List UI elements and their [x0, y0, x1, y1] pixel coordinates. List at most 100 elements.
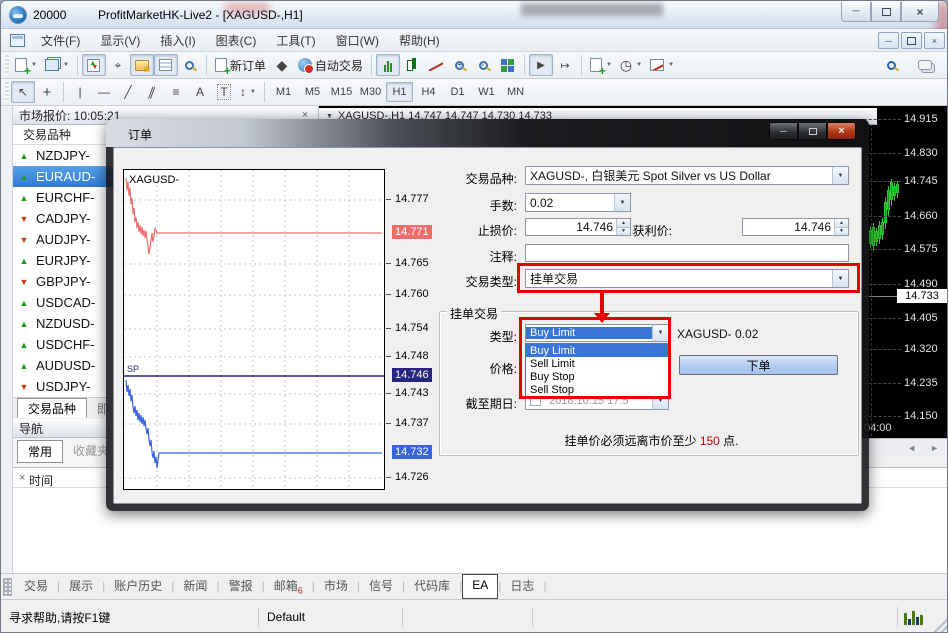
scroll-left-icon[interactable]: ◄ [907, 443, 916, 453]
terminal-tab[interactable]: 信号 [360, 574, 402, 598]
terminal-tab[interactable]: 市场 [315, 574, 357, 598]
timeframe-button[interactable]: H4 [415, 82, 442, 102]
chart-shift-button[interactable]: ↦ [553, 54, 577, 76]
status-profile[interactable]: Default [259, 607, 403, 627]
price-scale[interactable]: 14.91514.83014.74514.66014.57514.49014.4… [904, 106, 948, 438]
terminal-tab[interactable]: 警报 [220, 574, 262, 598]
spin-up-icon[interactable]: ▲ [835, 219, 848, 228]
terminal-tab[interactable]: 新闻 [174, 574, 216, 598]
terminal-tab[interactable]: 展示 [60, 574, 102, 598]
periods-button[interactable]: ◷▼ [616, 54, 646, 76]
navigator-tab[interactable]: 常用 [17, 440, 63, 463]
new-chart-button[interactable]: +▼ [11, 54, 41, 76]
dialog-maximize-button[interactable] [798, 122, 827, 140]
channel-tool[interactable]: ∥ [140, 81, 164, 103]
terminal-tab[interactable]: 账户历史 [105, 574, 171, 598]
account-number: 20000 [33, 8, 66, 22]
navigator-toggle[interactable]: ★ [130, 54, 154, 76]
child-restore-button[interactable] [901, 32, 922, 49]
cursor-tool[interactable]: ↖ [11, 81, 35, 103]
scroll-right-icon[interactable]: ► [930, 443, 939, 453]
horizontal-line-tool[interactable]: — [92, 81, 116, 103]
data-window-button[interactable]: ⌖ [106, 54, 130, 76]
vertical-line-tool[interactable]: | [68, 81, 92, 103]
resize-grip[interactable] [931, 616, 948, 633]
dock-handle-icon[interactable] [3, 578, 12, 596]
toolbar-grip[interactable] [5, 82, 9, 102]
auto-scroll-button[interactable]: ▶ [529, 54, 553, 76]
line-studies-toolbar: ↖ + | — ╱ ∥ ≡ A T ↕▼ M1M5M15M30H1H4D1W1M… [1, 79, 948, 106]
terminal-tab[interactable]: 日志 [501, 574, 543, 598]
line-chart-button[interactable] [424, 54, 448, 76]
timeframe-button[interactable]: M1 [270, 82, 297, 102]
child-close-button[interactable]: × [924, 32, 945, 49]
blurred-watermark [521, 3, 663, 16]
dialog-minimize-button[interactable]: ─ [769, 122, 798, 140]
templates-button[interactable]: ▼ [646, 54, 678, 76]
minimize-button[interactable]: ─ [841, 2, 871, 22]
search-button[interactable] [879, 54, 903, 76]
tick-direction-icon: ▲ [19, 340, 29, 350]
order-dialog-titlebar[interactable]: 订单 ─ × [106, 119, 869, 147]
crosshair-tool[interactable]: + [35, 81, 59, 103]
autotrading-button[interactable]: 自动交易 [294, 54, 367, 76]
maximize-button[interactable] [871, 2, 901, 22]
child-minimize-button[interactable]: ─ [878, 32, 899, 49]
takeprofit-spinner[interactable]: 14.746 ▲▼ [742, 218, 849, 236]
place-order-button[interactable]: 下单 [679, 355, 838, 375]
menu-item[interactable]: 图表(C) [206, 29, 267, 52]
menu-item[interactable]: 显示(V) [90, 29, 150, 52]
market-watch-tab[interactable]: 交易品种 [17, 398, 87, 418]
menu-item[interactable]: 帮助(H) [389, 29, 450, 52]
chevron-down-icon[interactable]: ▼ [832, 167, 848, 184]
profiles-button[interactable]: ▼ [41, 54, 73, 76]
timeframe-button[interactable]: MN [502, 82, 529, 102]
timeframe-button[interactable]: M5 [299, 82, 326, 102]
menu-item[interactable]: 窗口(W) [326, 29, 389, 52]
timeframe-button[interactable]: D1 [444, 82, 471, 102]
bar-chart-button[interactable] [376, 54, 400, 76]
spin-down-icon[interactable]: ▼ [835, 228, 848, 236]
symbol-field-label: 交易品种: [394, 170, 517, 187]
toolbar-grip[interactable] [5, 55, 9, 75]
symbol-name: AUDJPY- [36, 232, 90, 247]
text-label-tool[interactable]: T [212, 81, 236, 103]
arrows-tool[interactable]: ↕▼ [236, 81, 260, 103]
new-order-button[interactable]: + 新订单 [211, 54, 270, 76]
volume-combo[interactable]: 0.02▼ [525, 193, 631, 212]
timeframe-button[interactable]: H1 [386, 82, 413, 102]
community-chat-button[interactable] [913, 54, 937, 76]
text-tool[interactable]: A [188, 81, 212, 103]
zoom-in-button[interactable]: + [448, 54, 472, 76]
timeframe-button[interactable]: M30 [357, 82, 384, 102]
comment-input[interactable] [525, 244, 849, 262]
pending-kind-label: 类型: [444, 328, 517, 345]
fibonacci-tool[interactable]: ≡ [164, 81, 188, 103]
chevron-down-icon[interactable]: ▼ [614, 194, 630, 211]
trendline-tool[interactable]: ╱ [116, 81, 140, 103]
tile-windows-button[interactable] [496, 54, 520, 76]
symbol-name: AUDUSD- [36, 358, 95, 373]
candlestick-button[interactable] [400, 54, 424, 76]
menu-item[interactable]: 工具(T) [266, 29, 325, 52]
terminal-tab[interactable]: 邮箱6 [265, 574, 312, 598]
trendline-icon: ╱ [124, 85, 131, 99]
symbol-combo[interactable]: XAGUSD-, 白银美元 Spot Silver vs US Dollar▼ [525, 166, 849, 185]
time-column-header[interactable]: 时间 [29, 472, 53, 489]
terminal-tab[interactable]: 交易 [15, 574, 57, 598]
timeframe-button[interactable]: W1 [473, 82, 500, 102]
indicators-button[interactable]: +▼ [586, 54, 616, 76]
market-watch-toggle[interactable]: ▲▼ [82, 54, 106, 76]
terminal-tab[interactable]: EA [462, 574, 498, 598]
close-button[interactable]: × [901, 2, 939, 22]
dialog-close-button[interactable]: × [827, 122, 856, 140]
menu-item[interactable]: 插入(I) [150, 29, 205, 52]
timeframe-button[interactable]: M15 [328, 82, 355, 102]
terminal-tab[interactable]: 代码库 [405, 574, 459, 598]
metaeditor-button[interactable]: ◆ [270, 54, 294, 76]
zoom-out-button[interactable]: - [472, 54, 496, 76]
terminal-toggle[interactable] [154, 54, 178, 76]
chart-window-icon[interactable] [10, 34, 25, 47]
strategy-tester-button[interactable] [178, 54, 202, 76]
menu-item[interactable]: 文件(F) [31, 29, 90, 52]
